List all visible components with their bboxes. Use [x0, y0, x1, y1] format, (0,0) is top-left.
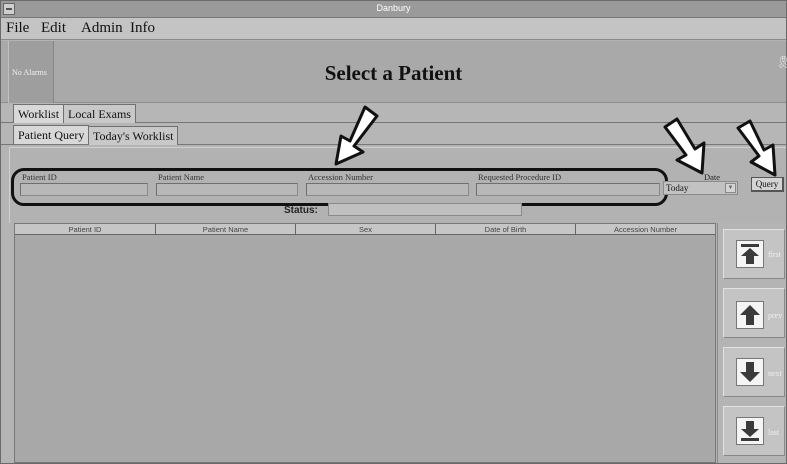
prev-button[interactable]: prev — [723, 288, 785, 338]
prev-label: prev — [768, 311, 783, 320]
first-button[interactable]: first — [723, 229, 785, 279]
menu-file[interactable]: File — [6, 20, 29, 37]
application-window: Danbury File Edit Admin Info No Alarms S… — [0, 0, 787, 464]
first-label: first — [768, 250, 781, 259]
title-bar: Danbury — [1, 1, 786, 18]
menu-info[interactable]: Info — [130, 20, 155, 37]
menu-edit[interactable]: Edit — [41, 20, 66, 37]
status-field — [328, 203, 522, 216]
window-title: Danbury — [376, 3, 411, 13]
column-header-patient-name[interactable]: Patient Name — [156, 224, 296, 235]
navigation-panel: first prev next last — [717, 223, 786, 463]
tab-todays-worklist[interactable]: Today's Worklist — [88, 126, 179, 145]
last-label: last — [768, 428, 780, 437]
menu-admin[interactable]: Admin — [81, 20, 123, 37]
last-button[interactable]: last — [723, 406, 785, 456]
table-header: Patient ID Patient Name Sex Date of Birt… — [15, 224, 715, 235]
up-arrow-icon — [736, 301, 764, 329]
query-fields-highlight — [11, 168, 668, 206]
column-header-accession-number[interactable]: Accession Number — [576, 224, 715, 235]
secondary-tab-bar: Patient Query Today's Worklist — [1, 123, 786, 145]
menu-bar: File Edit Admin Info — [1, 18, 786, 40]
column-header-date-of-birth[interactable]: Date of Birth — [436, 224, 576, 235]
tab-local-exams[interactable]: Local Exams — [63, 104, 136, 123]
column-header-patient-id[interactable]: Patient ID — [15, 224, 156, 235]
tab-patient-query[interactable]: Patient Query — [13, 125, 90, 144]
page-title: Select a Patient — [324, 61, 463, 85]
ribbon-icon: 🎗 — [776, 55, 787, 69]
query-button[interactable]: Query — [751, 177, 784, 192]
down-arrow-icon — [736, 358, 764, 386]
status-label: Status: — [284, 205, 318, 216]
next-button[interactable]: next — [723, 347, 785, 397]
chevron-down-icon[interactable]: ▼ — [725, 183, 736, 193]
primary-tab-bar: Worklist Local Exams — [1, 103, 786, 123]
tab-worklist[interactable]: Worklist — [13, 104, 65, 123]
last-arrow-icon — [736, 417, 764, 445]
column-header-sex[interactable]: Sex — [296, 224, 436, 235]
date-value: Today — [666, 183, 689, 193]
results-table: Patient ID Patient Name Sex Date of Birt… — [14, 223, 716, 463]
next-label: next — [768, 369, 782, 378]
first-arrow-icon — [736, 240, 764, 268]
date-select[interactable]: Today ▼ — [663, 181, 738, 195]
page-header: No Alarms Select a Patient 🎗 — [1, 41, 787, 103]
